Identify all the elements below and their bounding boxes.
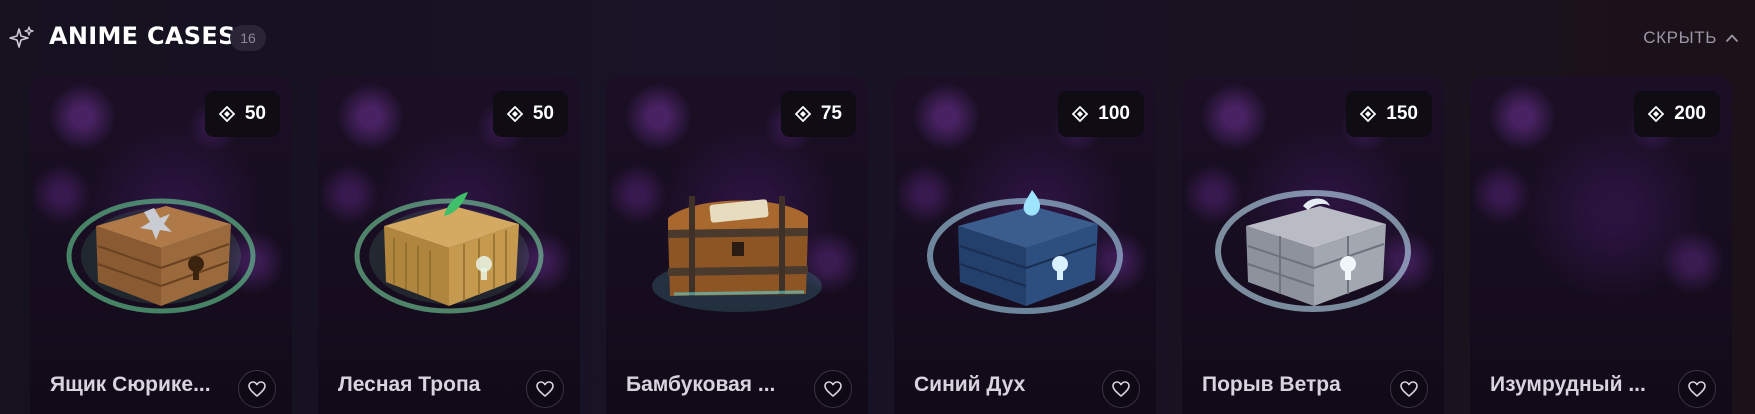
case-name: Синий Дух — [914, 373, 1026, 396]
price-value: 100 — [1098, 103, 1130, 124]
price-badge: 50 — [204, 91, 280, 137]
price-badge: 50 — [492, 91, 568, 137]
case-card[interactable]: 75 Бамбуковая ... — [606, 76, 868, 414]
diamond-icon — [506, 106, 523, 122]
chest-image — [354, 192, 544, 314]
favorite-button[interactable] — [526, 370, 564, 408]
price-value: 200 — [1674, 103, 1706, 124]
case-count-badge: 16 — [230, 25, 266, 51]
chest-image — [66, 198, 256, 314]
heart-icon — [248, 381, 266, 397]
heart-icon — [1400, 381, 1418, 397]
case-name: Бамбуковая ... — [626, 373, 776, 396]
diamond-icon — [1072, 106, 1089, 122]
chest-image — [927, 190, 1123, 314]
price-value: 150 — [1386, 103, 1418, 124]
price-value: 75 — [820, 103, 842, 124]
case-name: Ящик Сюрике... — [50, 373, 211, 396]
hide-label: СКРЫТЬ — [1643, 28, 1717, 47]
favorite-button[interactable] — [814, 370, 852, 408]
price-badge: 150 — [1346, 91, 1432, 137]
diamond-icon — [1648, 106, 1665, 122]
section-header: ANIME CASES 16 СКРЫТЬ — [0, 0, 1755, 76]
favorite-button[interactable] — [238, 370, 276, 408]
diamond-icon — [1360, 106, 1377, 122]
case-name: Порыв Ветра — [1202, 373, 1341, 396]
case-card[interactable]: 150 Порыв Ветра — [1182, 76, 1444, 414]
price-value: 50 — [244, 103, 266, 124]
case-card[interactable]: 50 Ящик Сюрике... — [30, 76, 292, 414]
case-grid: 50 Ящик Сюрике... 50 Лесная Тропа 75 Бам… — [30, 76, 1732, 414]
favorite-button[interactable] — [1390, 370, 1428, 408]
chevron-up-icon — [1726, 34, 1738, 42]
favorite-button[interactable] — [1678, 370, 1716, 408]
price-value: 50 — [532, 103, 554, 124]
heart-icon — [824, 381, 842, 397]
heart-icon — [1688, 381, 1706, 397]
price-badge: 75 — [780, 91, 856, 137]
case-card[interactable]: 200 Изумрудный ... — [1470, 76, 1732, 414]
diamond-icon — [218, 106, 235, 122]
heart-icon — [1112, 381, 1130, 397]
heart-icon — [536, 381, 554, 397]
hide-section-button[interactable]: СКРЫТЬ — [1643, 26, 1739, 50]
price-badge: 100 — [1058, 91, 1144, 137]
diamond-icon — [794, 106, 811, 122]
price-badge: 200 — [1634, 91, 1720, 137]
chest-image — [1215, 190, 1411, 312]
case-card[interactable]: 50 Лесная Тропа — [318, 76, 580, 414]
sparkle-icon — [9, 26, 34, 48]
section-title: ANIME CASES — [49, 22, 236, 50]
case-name: Изумрудный ... — [1490, 373, 1646, 396]
favorite-button[interactable] — [1102, 370, 1140, 408]
chest-image — [652, 196, 822, 312]
case-card[interactable]: 100 Синий Дух — [894, 76, 1156, 414]
case-name: Лесная Тропа — [338, 373, 481, 396]
